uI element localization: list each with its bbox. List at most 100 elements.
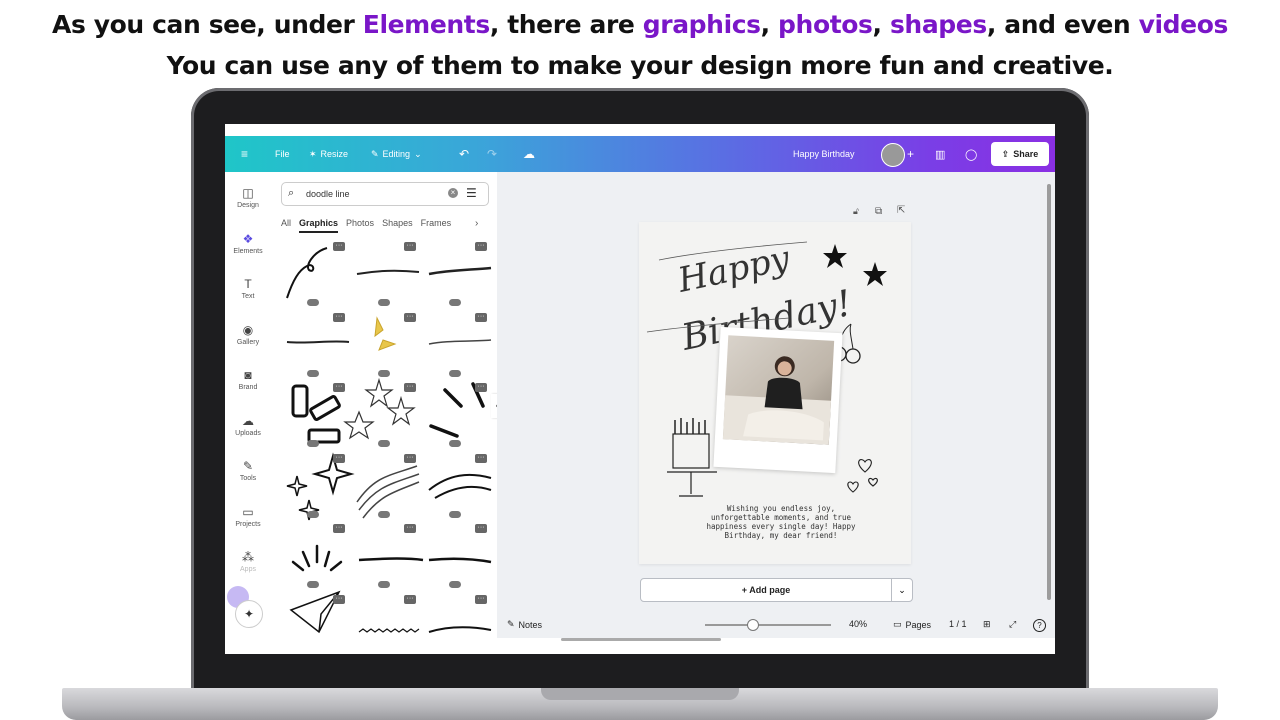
canvas-area: 🔓︎ ⧉ ⇱ Happy Birthday! Wishing you endle… [497, 172, 1055, 638]
graphic-tile[interactable]: ··· [279, 452, 347, 518]
search-input[interactable]: ⌕ doodle line × ☰ [281, 182, 489, 206]
menu-button[interactable]: ≡ [241, 136, 248, 172]
share-button[interactable]: ⇪ Share [991, 142, 1049, 166]
more-options-icon[interactable]: ··· [475, 242, 487, 251]
more-options-icon[interactable]: ··· [333, 383, 345, 392]
more-options-icon[interactable]: ··· [333, 453, 345, 463]
graphic-tile[interactable]: ··· [350, 240, 418, 306]
fullscreen-button[interactable]: ⤢ [1009, 619, 1016, 630]
zoom-slider-handle[interactable] [747, 619, 759, 631]
rail-item-text[interactable]: T Text [225, 277, 271, 300]
caption-line-2: You can use any of them to make your des… [166, 51, 1114, 80]
avatar[interactable] [881, 143, 905, 167]
add-page-button[interactable]: + Add page [640, 578, 892, 602]
graphic-tile[interactable]: ··· [279, 593, 347, 655]
notes-button[interactable]: ✎ Notes [507, 619, 542, 630]
chevron-right-icon[interactable]: › [475, 218, 478, 229]
add-page-icon[interactable]: ⇱ [897, 205, 905, 216]
filter-icon[interactable]: ☰ [466, 186, 477, 200]
editing-mode-button[interactable]: ✎ Editing ⌄ [371, 136, 422, 172]
resize-button[interactable]: ✶ Resize [309, 136, 348, 172]
more-options-icon[interactable]: ··· [404, 312, 416, 322]
undo-icon: ↶ [459, 147, 470, 161]
graphic-tile[interactable]: ··· [421, 240, 489, 306]
more-options-icon[interactable]: ··· [333, 242, 345, 251]
insights-button[interactable]: ▥ [935, 136, 945, 172]
graphic-tile[interactable]: ··· [279, 240, 347, 306]
rail-item-apps[interactable]: ⁂ Apps [225, 550, 271, 573]
tab-all[interactable]: All [281, 218, 291, 233]
rail-item-elements[interactable]: ❖ Elements [225, 232, 271, 255]
more-options-icon[interactable]: ··· [475, 312, 487, 322]
rail-item-gallery[interactable]: ◉ Gallery [225, 323, 271, 346]
tab-shapes[interactable]: Shapes [382, 218, 413, 233]
tab-frames[interactable]: Frames [421, 218, 452, 233]
more-options-icon[interactable]: ··· [333, 312, 345, 322]
rail-item-label: Text [241, 293, 255, 300]
graphic-tile[interactable]: ··· [350, 593, 418, 655]
photo-frame[interactable] [713, 326, 843, 474]
redo-button[interactable]: ↷ [487, 136, 497, 172]
graphic-tile[interactable]: ··· [279, 522, 347, 588]
cloud-upload-icon: ☁ [242, 413, 254, 428]
design-title[interactable]: Happy Birthday [793, 136, 855, 172]
graphic-tile[interactable]: ··· [421, 381, 489, 447]
graphic-tile[interactable]: ··· [279, 311, 347, 377]
zoom-level[interactable]: 40% [849, 619, 867, 629]
graphic-tile[interactable]: ··· [279, 381, 347, 447]
caption-highlight: videos [1138, 10, 1229, 39]
graphic-tile[interactable]: ··· [421, 311, 489, 377]
more-options-icon[interactable]: ··· [333, 524, 345, 533]
graphic-tile[interactable]: ··· [350, 381, 418, 447]
vertical-scrollbar[interactable] [1047, 184, 1051, 600]
more-options-icon[interactable]: ··· [475, 524, 487, 533]
pages-button[interactable]: ▭ Pages [893, 619, 931, 630]
more-options-icon[interactable]: ··· [475, 594, 487, 604]
more-options-icon[interactable]: ··· [475, 453, 487, 463]
graphic-tile[interactable]: ··· [421, 593, 489, 655]
graphic-tile[interactable]: ··· [421, 452, 489, 518]
wish-line: Birthday, my dear friend! [724, 531, 838, 540]
tab-photos[interactable]: Photos [346, 218, 374, 233]
more-options-icon[interactable]: ··· [404, 453, 416, 463]
add-page-dropdown[interactable]: ⌄ [891, 578, 913, 602]
rail-item-brand[interactable]: ◙ Brand [225, 368, 271, 391]
premium-crown-icon [449, 581, 461, 588]
tab-graphics[interactable]: Graphics [299, 218, 339, 233]
more-options-icon[interactable]: ··· [404, 242, 416, 251]
premium-crown-icon [307, 369, 319, 377]
grid-view-button[interactable]: ⊞ [983, 619, 991, 630]
add-collaborator-button[interactable]: + [907, 136, 914, 172]
notes-icon: ✎ [507, 619, 515, 629]
more-options-icon[interactable]: ··· [404, 594, 416, 604]
more-options-icon[interactable]: ··· [404, 524, 416, 533]
graphic-tile[interactable]: ··· [350, 522, 418, 588]
premium-crown-icon [449, 510, 461, 518]
duplicate-icon[interactable]: ⧉ [875, 206, 882, 217]
file-menu[interactable]: File [275, 136, 290, 172]
lock-icon[interactable]: 🔓︎ [853, 206, 859, 217]
hamburger-icon: ≡ [241, 147, 249, 161]
graphic-tile[interactable]: ··· [350, 311, 418, 377]
more-options-icon[interactable]: ··· [475, 383, 487, 392]
rail-item-uploads[interactable]: ☁ Uploads [225, 414, 271, 437]
wish-message[interactable]: Wishing you endless joy, unforgettable mo… [683, 504, 879, 540]
zoom-slider[interactable] [705, 624, 831, 626]
clear-icon[interactable]: × [448, 188, 458, 198]
comments-button[interactable]: ◯ [965, 136, 977, 172]
graphic-tile[interactable]: ··· [421, 522, 489, 588]
rail-item-projects[interactable]: ▭ Projects [225, 505, 271, 528]
rail-item-design[interactable]: ◫ Design [225, 186, 271, 209]
more-options-icon[interactable]: ··· [404, 383, 416, 392]
magic-studio-button[interactable]: ✦ [235, 600, 263, 628]
graphic-tile[interactable]: ··· [350, 452, 418, 518]
undo-button[interactable]: ↶ [459, 136, 469, 172]
rail-item-tools[interactable]: ✎ Tools [225, 459, 271, 482]
more-options-icon[interactable]: ··· [333, 594, 345, 604]
birthday-card[interactable]: Happy Birthday! Wishing you endless joy,… [639, 222, 911, 564]
premium-crown-icon [378, 581, 390, 588]
horizontal-scrollbar[interactable] [561, 638, 721, 641]
rail-item-label: Brand [238, 384, 258, 391]
help-button[interactable]: ? [1033, 619, 1046, 632]
cloud-save-status[interactable]: ☁ [523, 136, 535, 172]
